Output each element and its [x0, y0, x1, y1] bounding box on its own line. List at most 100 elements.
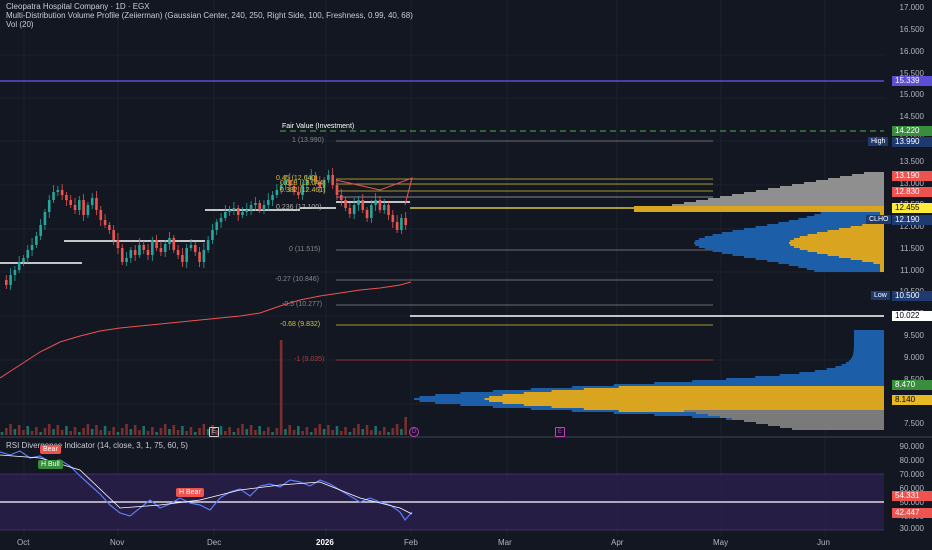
volume-profile-bin: [768, 424, 884, 426]
volume-bar: [241, 424, 244, 435]
candle-body: [133, 250, 137, 255]
rsi-axis-tick: 90.000: [899, 442, 924, 451]
rsi-indicator-label[interactable]: RSI Divergence Indicator (14, close, 3, …: [6, 441, 188, 450]
candle-body: [176, 250, 180, 255]
candle-body: [90, 198, 94, 205]
candle-body: [262, 205, 266, 210]
volume-bar: [378, 431, 382, 435]
volume-profile-bin: [708, 414, 884, 416]
volume-profile-bin: [744, 192, 884, 194]
volume-bar: [103, 426, 107, 435]
event-marker-e1[interactable]: E: [209, 427, 219, 437]
volume-profile-bin: [725, 378, 884, 380]
volume-bar: [193, 432, 197, 435]
candle-body: [168, 238, 171, 244]
volume-profile-bin: [793, 246, 884, 248]
volume-profile-bin: [807, 234, 884, 236]
candle-body: [335, 185, 339, 195]
price-axis-tick: 11.500: [900, 244, 924, 253]
volume-profile-bin: [804, 182, 884, 184]
fib-label-m1: -1 (9.035): [294, 356, 325, 363]
volume-bar: [112, 427, 115, 435]
volume-profile-bin: [551, 390, 884, 392]
volume-bars: [0, 340, 408, 435]
candle-body: [365, 210, 369, 218]
chart-canvas[interactable]: [0, 0, 932, 550]
volume-profile-bin: [489, 396, 884, 398]
volume-bar: [185, 431, 188, 435]
volume-profile-bin: [799, 248, 884, 250]
tag-12455: 12.455: [892, 203, 932, 213]
volume-profile-bin: [853, 342, 884, 344]
volume-profile-bin: [779, 374, 884, 376]
volume-bar: [236, 428, 240, 435]
volume-bar: [224, 431, 227, 435]
volume-bar: [142, 426, 146, 435]
tag-8140: 8.140: [892, 395, 932, 405]
volume-profile-bin: [732, 194, 884, 196]
fib-levels[interactable]: [336, 140, 713, 361]
volume-profile-bin: [853, 336, 884, 338]
volume-bar: [318, 424, 322, 435]
fib-label-0618: 0.618 (13.044): [280, 180, 326, 187]
volume-bar: [327, 425, 330, 435]
fib-label-0: 0 (11.515): [289, 246, 321, 253]
volume-bar: [9, 424, 12, 435]
volume-profile-bin: [806, 268, 884, 270]
volume-profile-bin: [827, 254, 884, 256]
volume-profile-bin: [814, 270, 884, 272]
tag-10022: 10.022: [892, 311, 932, 321]
volume-profile-bin: [816, 252, 884, 254]
volume-profile-bin: [853, 346, 884, 348]
volume-bar: [168, 429, 171, 435]
volume-bar: [17, 425, 21, 435]
volume-profile-bin: [692, 380, 884, 382]
candle-body: [361, 200, 365, 210]
volume-bar: [258, 426, 261, 435]
tag-14220: 14.220: [892, 126, 932, 136]
volume-bar: [254, 430, 257, 435]
candle-body: [103, 220, 107, 225]
volume-profile-bin: [853, 344, 884, 346]
candle-body: [219, 218, 223, 222]
rsi-axis-tick: 30.000: [899, 524, 924, 533]
price-axis-tick: 13.500: [899, 157, 924, 166]
event-marker-d1[interactable]: D: [409, 427, 419, 437]
candle-body: [241, 212, 244, 215]
volume-bar: [228, 427, 231, 435]
price-axis-tick: 9.000: [903, 353, 924, 362]
event-marker-e2[interactable]: E: [555, 427, 565, 437]
volume-bar: [288, 425, 292, 435]
candle-body: [108, 225, 111, 230]
date-axis-tick: Oct: [17, 538, 30, 547]
tag-10500: 10.500: [892, 291, 932, 301]
volume-profile-bin: [790, 240, 884, 242]
volume-profile-bin: [672, 204, 884, 206]
candle-body: [400, 218, 403, 230]
volume-bar: [249, 425, 253, 435]
volume-label[interactable]: Vol (20): [6, 20, 34, 29]
candle-body: [47, 200, 51, 212]
volume-bar: [52, 429, 55, 435]
pattern-drawing[interactable]: [335, 177, 413, 206]
volume-profile-bin: [853, 340, 884, 342]
candle-body: [155, 240, 158, 248]
indicator-label[interactable]: Multi-Distribution Volume Profile (Zeiie…: [6, 11, 413, 20]
candle-body: [185, 248, 188, 262]
volume-bar: [331, 430, 334, 435]
candle-body: [30, 245, 34, 250]
candle-body: [146, 250, 150, 255]
volume-profile-bin: [583, 408, 884, 410]
volume-bar: [82, 428, 85, 435]
volume-bar: [382, 427, 386, 435]
candle-body: [344, 200, 347, 208]
volume-profile-bin: [634, 210, 884, 212]
candle-body: [129, 250, 133, 258]
volume-profile-bin: [780, 186, 884, 188]
candle-body: [86, 205, 90, 215]
candle-body: [271, 195, 274, 200]
volume-bar: [69, 431, 73, 435]
candle-body: [78, 200, 81, 210]
tag-high-label: High: [868, 137, 889, 146]
volume-bar: [129, 429, 133, 435]
